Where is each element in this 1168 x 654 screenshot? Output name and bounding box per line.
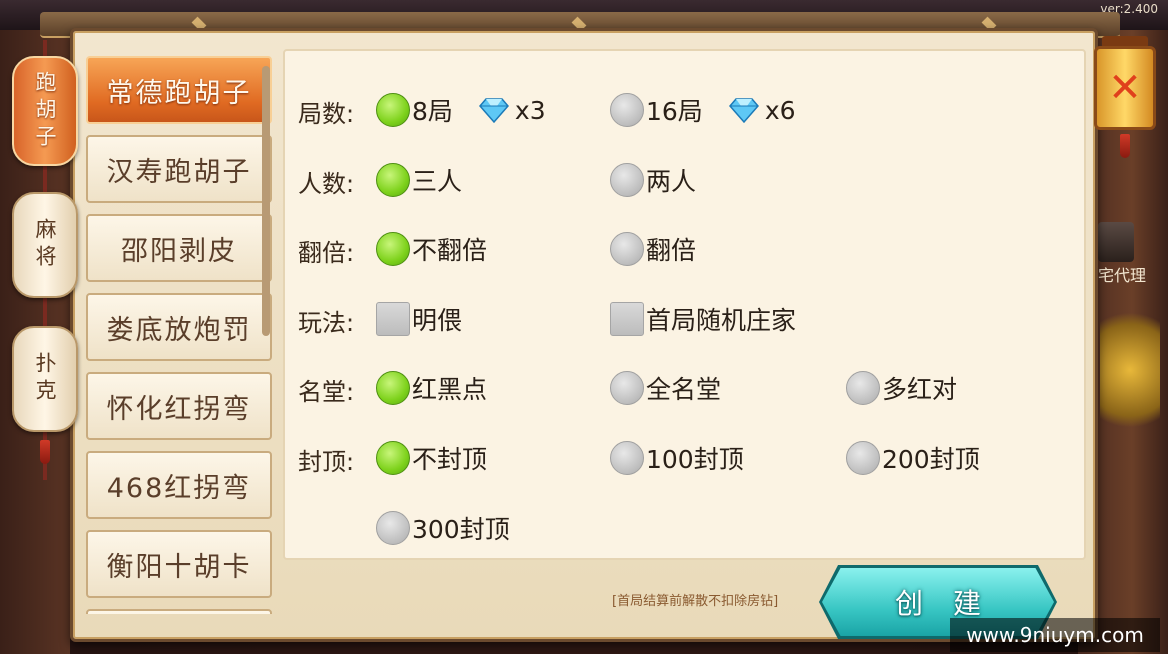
rounds-option-8[interactable]: 8局 x3 bbox=[376, 92, 546, 128]
double-option-no[interactable]: 不翻倍 bbox=[376, 231, 487, 267]
radio-button[interactable] bbox=[610, 163, 644, 197]
game-item[interactable]: 邵阳剥皮 bbox=[86, 214, 272, 282]
cap-label: 封顶: bbox=[298, 448, 355, 476]
radio-button[interactable] bbox=[376, 511, 410, 545]
tassel-decoration bbox=[1120, 134, 1130, 158]
tab-puke-label: 扑克 bbox=[33, 352, 57, 406]
play-label: 玩法: bbox=[298, 309, 355, 337]
radio-button[interactable] bbox=[376, 232, 410, 266]
checkbox[interactable] bbox=[610, 302, 644, 336]
dissolve-note: [首局结算前解散不扣除房钻] bbox=[612, 594, 779, 609]
game-item[interactable]: 常德跑胡子 bbox=[86, 56, 272, 124]
game-item[interactable]: 怀化红拐弯 bbox=[86, 372, 272, 440]
diamond-icon bbox=[478, 97, 509, 123]
play-option-random-dealer[interactable]: 首局随机庄家 bbox=[610, 301, 796, 337]
hall-option-hongheidian[interactable]: 红黑点 bbox=[376, 370, 487, 406]
double-option-yes[interactable]: 翻倍 bbox=[610, 231, 696, 267]
game-item[interactable]: 汉寿跑胡子 bbox=[86, 135, 272, 203]
radio-button[interactable] bbox=[376, 371, 410, 405]
players-option-two[interactable]: 两人 bbox=[610, 162, 696, 198]
checkbox[interactable] bbox=[376, 302, 410, 336]
game-item[interactable]: 衡阳十胡卡 bbox=[86, 530, 272, 598]
rounds-option-16[interactable]: 16局 x6 bbox=[610, 92, 796, 128]
agent-label: 宅代理 bbox=[1098, 266, 1147, 285]
tassel-decoration bbox=[40, 440, 50, 464]
radio-button[interactable] bbox=[610, 371, 644, 405]
double-label: 翻倍: bbox=[298, 239, 355, 267]
game-item[interactable]: 468红拐弯 bbox=[86, 451, 272, 519]
tab-majiang[interactable]: 麻将 bbox=[12, 192, 78, 298]
close-icon: ✕ bbox=[1108, 65, 1142, 111]
radio-button[interactable] bbox=[610, 93, 644, 127]
rounds-cost: x3 bbox=[514, 95, 546, 125]
cap-option-300[interactable]: 300封顶 bbox=[376, 510, 510, 546]
radio-button[interactable] bbox=[846, 441, 880, 475]
tab-puke[interactable]: 扑克 bbox=[12, 326, 78, 432]
agent-avatar-icon bbox=[1098, 222, 1134, 262]
game-item[interactable] bbox=[86, 609, 272, 614]
radio-button[interactable] bbox=[610, 441, 644, 475]
cap-option-100[interactable]: 100封顶 bbox=[610, 440, 744, 476]
radio-button[interactable] bbox=[846, 371, 880, 405]
decorative-plant bbox=[1100, 300, 1160, 440]
cap-option-none[interactable]: 不封顶 bbox=[376, 440, 487, 476]
rounds-cost: x6 bbox=[764, 95, 796, 125]
cap-option-200[interactable]: 200封顶 bbox=[846, 440, 980, 476]
hall-option-duohongdui[interactable]: 多红对 bbox=[846, 370, 957, 406]
diamond-icon bbox=[728, 97, 759, 123]
radio-button[interactable] bbox=[610, 232, 644, 266]
tab-paohuzi-label: 跑胡子 bbox=[33, 70, 57, 152]
players-label: 人数: bbox=[298, 170, 355, 198]
game-list-scrollbar[interactable] bbox=[262, 66, 270, 336]
radio-button[interactable] bbox=[376, 93, 410, 127]
tab-paohuzi[interactable]: 跑胡子 bbox=[12, 56, 78, 166]
hall-option-quanmingtang[interactable]: 全名堂 bbox=[610, 370, 721, 406]
game-list[interactable]: 常德跑胡子 汉寿跑胡子 邵阳剥皮 娄底放炮罚 怀化红拐弯 468红拐弯 衡阳十胡… bbox=[86, 54, 272, 614]
radio-button[interactable] bbox=[376, 163, 410, 197]
players-option-three[interactable]: 三人 bbox=[376, 162, 462, 198]
watermark: www.9niuym.com bbox=[950, 618, 1160, 652]
tab-majiang-label: 麻将 bbox=[33, 218, 57, 272]
game-item[interactable]: 娄底放炮罚 bbox=[86, 293, 272, 361]
hall-label: 名堂: bbox=[298, 378, 355, 406]
radio-button[interactable] bbox=[376, 441, 410, 475]
close-button[interactable]: ✕ bbox=[1094, 46, 1156, 130]
play-option-mingwei[interactable]: 明偎 bbox=[376, 301, 462, 337]
rounds-label: 局数: bbox=[298, 100, 355, 128]
